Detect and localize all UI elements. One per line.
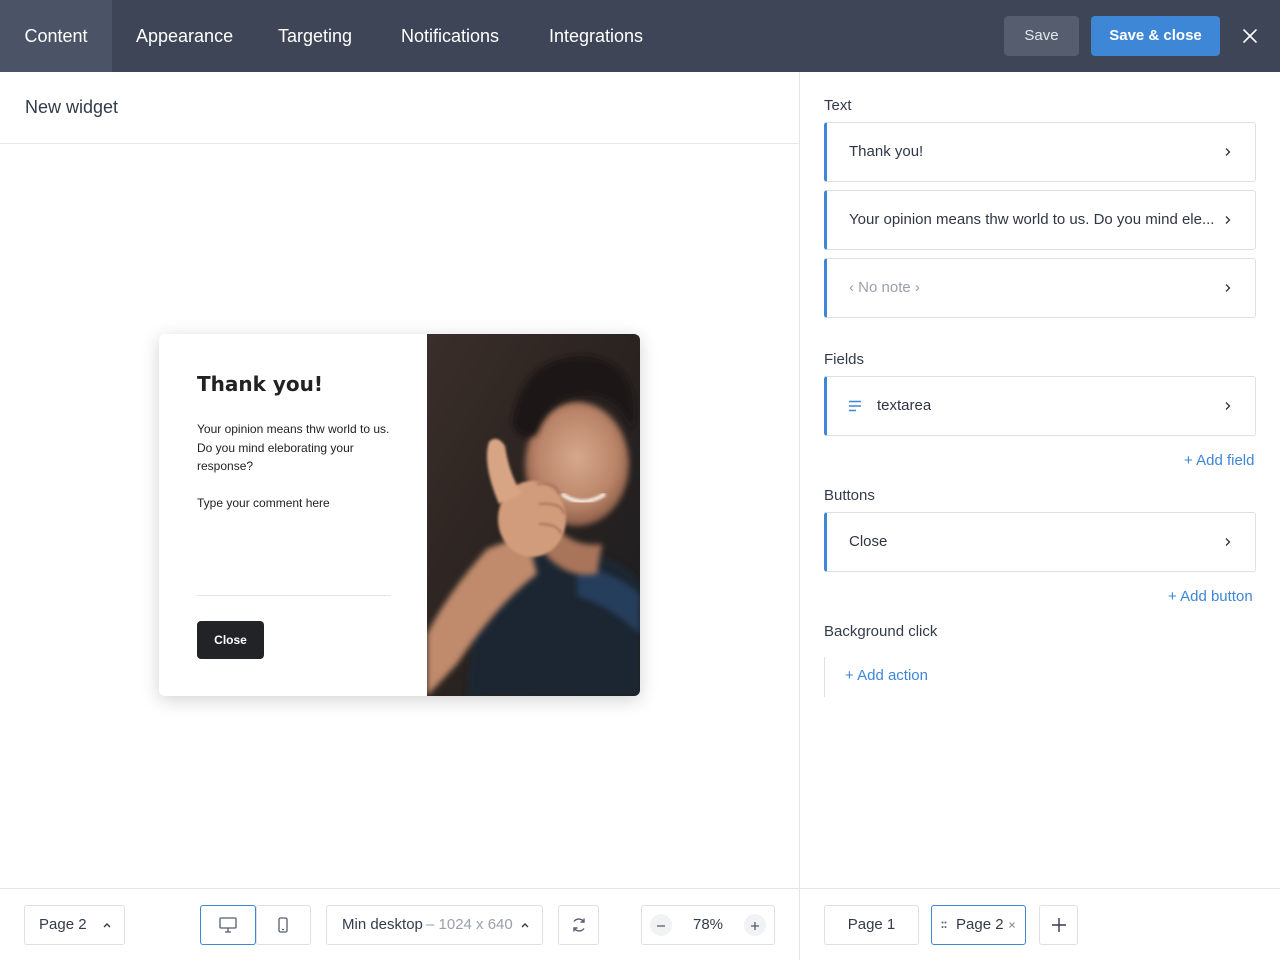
fields-section-label: Fields <box>824 351 865 368</box>
text-item-body[interactable]: Your opinion means thw world to us. Do y… <box>824 190 1256 250</box>
page-select-value: Page 2 <box>39 916 87 933</box>
mobile-icon <box>278 917 288 933</box>
save-and-close-button[interactable]: Save & close <box>1091 16 1220 56</box>
chevron-right-icon <box>1225 216 1231 224</box>
close-icon[interactable] <box>1238 24 1262 48</box>
field-item-textarea[interactable]: textarea <box>824 376 1256 436</box>
preview-photo <box>427 334 640 696</box>
chevron-up-icon <box>103 923 111 928</box>
tab-appearance[interactable]: Appearance <box>136 0 233 72</box>
save-button[interactable]: Save <box>1004 16 1079 56</box>
widget-name[interactable]: New widget <box>25 97 118 118</box>
page-select[interactable]: Page 2 <box>24 905 125 945</box>
viewport-select[interactable]: Min desktop – 1024 x 640 <box>326 905 543 945</box>
chevron-right-icon <box>1225 402 1231 410</box>
text-item-heading[interactable]: Thank you! <box>824 122 1256 182</box>
top-bar: Content Appearance Targeting Notificatio… <box>0 0 1280 72</box>
text-item-label: Thank you! <box>849 143 924 160</box>
refresh-icon <box>573 918 585 932</box>
panel-divider <box>799 72 800 960</box>
text-item-label: Your opinion means thw world to us. Do y… <box>849 211 1215 228</box>
background-click-rule <box>824 657 825 697</box>
desktop-view-button[interactable] <box>200 905 256 945</box>
chevron-right-icon <box>1225 148 1231 156</box>
preview-textarea-placeholder[interactable]: Type your comment here <box>197 496 330 510</box>
text-item-note[interactable]: ‹ No note › <box>824 258 1256 318</box>
text-item-label: ‹ No note › <box>849 279 920 296</box>
divider <box>0 143 799 144</box>
tab-targeting[interactable]: Targeting <box>278 0 352 72</box>
page-tab-label: Page 2 <box>956 916 1004 933</box>
field-item-label: textarea <box>877 397 932 414</box>
desktop-icon <box>219 917 237 933</box>
preview-body-text: Your opinion means thw world to us. Do y… <box>197 422 390 473</box>
zoom-control: 78% <box>641 905 775 945</box>
viewport-label: Min desktop <box>342 916 423 933</box>
chevron-right-icon <box>1225 284 1231 292</box>
bottom-divider <box>0 888 1280 889</box>
plus-icon <box>751 922 759 930</box>
add-action-link[interactable]: + Add action <box>845 667 928 684</box>
chevron-right-icon <box>1225 538 1231 546</box>
zoom-in-button[interactable] <box>744 914 766 936</box>
tab-integrations[interactable]: Integrations <box>549 0 643 72</box>
text-section-label: Text <box>824 97 852 114</box>
page-tab-2[interactable]: Page 2 <box>931 905 1026 945</box>
mobile-view-button[interactable] <box>256 905 311 945</box>
preview-textarea-underline <box>197 595 391 596</box>
add-button-link[interactable]: + Add button <box>1168 588 1253 605</box>
drag-handle-icon[interactable] <box>941 921 947 929</box>
button-item-label: Close <box>849 533 888 550</box>
close-icon[interactable] <box>1008 921 1016 929</box>
preview-close-button[interactable]: Close <box>197 621 264 659</box>
preview-heading: Thank you! <box>197 372 324 396</box>
viewport-size: – 1024 x 640 <box>426 916 513 933</box>
tab-content[interactable]: Content <box>0 0 112 72</box>
plus-icon <box>1052 918 1066 932</box>
page-tab-1[interactable]: Page 1 <box>824 905 919 945</box>
add-field-link[interactable]: + Add field <box>1184 452 1254 469</box>
chevron-up-icon <box>521 923 529 928</box>
tab-notifications[interactable]: Notifications <box>401 0 499 72</box>
text-lines-icon <box>849 400 861 412</box>
refresh-button[interactable] <box>558 905 599 945</box>
widget-preview[interactable]: Thank you! Your opinion means thw world … <box>159 334 640 696</box>
add-page-button[interactable] <box>1039 905 1078 945</box>
buttons-section-label: Buttons <box>824 487 875 504</box>
background-click-label: Background click <box>824 623 938 640</box>
button-item-close[interactable]: Close <box>824 512 1256 572</box>
